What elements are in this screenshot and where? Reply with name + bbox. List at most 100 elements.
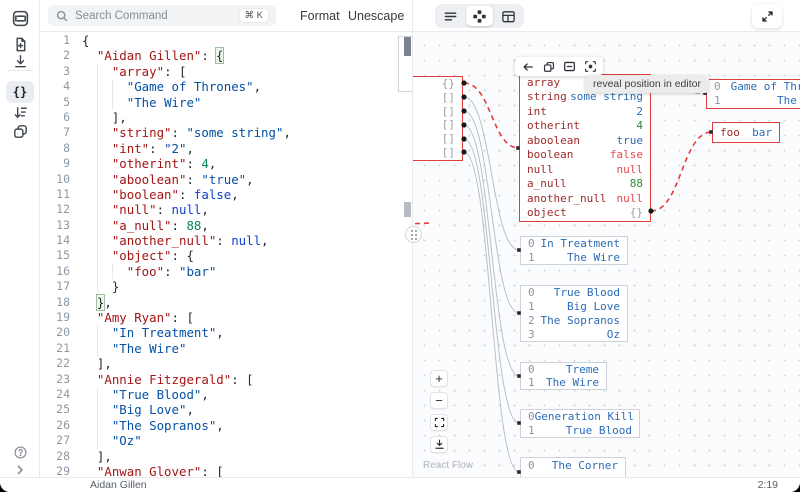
- node-row: rd[]: [413, 132, 462, 146]
- editor-line[interactable]: 1{: [40, 33, 412, 48]
- editor-line[interactable]: 6 ],: [40, 110, 412, 125]
- node-row: foobar: [713, 123, 779, 141]
- editor-line[interactable]: 11 "boolean": false,: [40, 187, 412, 202]
- editor-line[interactable]: 22 ],: [40, 356, 412, 371]
- editor-line[interactable]: 26 "The Sopranos",: [40, 418, 412, 433]
- editor-line[interactable]: 19 "Amy Ryan": [: [40, 310, 412, 325]
- line-number: 13: [40, 218, 70, 233]
- node-row: a_null88: [520, 177, 650, 192]
- node-row: 2The Sopranos: [521, 314, 627, 328]
- editor-line[interactable]: 4 "Game of Thrones",: [40, 79, 412, 94]
- zoom-out-button[interactable]: −: [430, 392, 448, 409]
- zoom-controls: + −: [430, 370, 448, 453]
- node-row: []: [413, 118, 462, 132]
- editor-line[interactable]: 14 "another_null": null,: [40, 233, 412, 248]
- graph-canvas[interactable]: {}[][][]rd[][] array[]stringsome stringin…: [413, 32, 800, 477]
- editor-line[interactable]: 24 "True Blood",: [40, 387, 412, 402]
- line-number: 3: [40, 64, 70, 79]
- node-row: []: [413, 91, 462, 105]
- line-number: 10: [40, 172, 70, 187]
- grip-dots-icon: [410, 229, 417, 240]
- editor-lines: 1{2 "Aidan Gillen": {3 "array": [4 "Game…: [40, 33, 412, 477]
- editor-line[interactable]: 28 ],: [40, 449, 412, 464]
- header-bar: Search Command ⌘ K Format Unescape: [40, 0, 800, 32]
- line-number: 9: [40, 156, 70, 171]
- zoom-in-button[interactable]: +: [430, 370, 448, 387]
- editor-line[interactable]: 12 "null": null,: [40, 202, 412, 217]
- cursor-position: 2:19: [758, 479, 778, 491]
- panel-resize-handle[interactable]: [405, 226, 422, 243]
- editor-line[interactable]: 15 "object": {: [40, 248, 412, 263]
- editor-line[interactable]: 16 "foo": "bar": [40, 264, 412, 279]
- node-row: []: [413, 104, 462, 118]
- fit-view-button[interactable]: [430, 414, 448, 431]
- line-number: 6: [40, 110, 70, 125]
- table-view-icon[interactable]: [495, 6, 522, 26]
- app-logo[interactable]: [0, 6, 40, 30]
- editor-line[interactable]: 8 "int": "2",: [40, 141, 412, 156]
- line-number: 7: [40, 125, 70, 140]
- node-row: abooleantrue: [520, 133, 650, 148]
- editor-line[interactable]: 5 "The Wire": [40, 95, 412, 110]
- editor-line[interactable]: 21 "The Wire": [40, 341, 412, 356]
- node-row: another_nullnull: [520, 191, 650, 206]
- editor-line[interactable]: 2 "Aidan Gillen": {: [40, 48, 412, 63]
- line-number: 15: [40, 248, 70, 263]
- node-row: booleanfalse: [520, 148, 650, 163]
- scrollbar-decoration: [404, 202, 411, 217]
- unescape-button[interactable]: Unescape: [348, 0, 404, 32]
- editor-line[interactable]: 9 "otherint": 4,: [40, 156, 412, 171]
- editor-line[interactable]: 10 "aboolean": "true",: [40, 172, 412, 187]
- object-child-node[interactable]: foobar: [712, 122, 780, 143]
- node-row: 0Treme: [521, 363, 606, 376]
- node-row: 0True Blood: [521, 286, 627, 300]
- editor-line[interactable]: 17 }: [40, 279, 412, 294]
- list-view-icon[interactable]: [437, 6, 464, 26]
- search-placeholder: Search Command: [75, 10, 240, 22]
- array-node[interactable]: 0Generation Kill1True Blood: [520, 409, 640, 438]
- editor-line[interactable]: 20 "In Treatment",: [40, 325, 412, 340]
- editor-line[interactable]: 23 "Annie Fitzgerald": [: [40, 372, 412, 387]
- editor-line[interactable]: 27 "Oz": [40, 433, 412, 448]
- array-node[interactable]: 0In Treatment1The Wire: [520, 236, 628, 265]
- line-number: 22: [40, 356, 70, 371]
- collapse-node-icon[interactable]: [560, 59, 579, 74]
- editor-line[interactable]: 29 "Anwan Glover": [: [40, 464, 412, 477]
- selected-node-path: Aidan Gillen: [90, 479, 147, 491]
- editor-line[interactable]: 25 "Big Love",: [40, 402, 412, 417]
- react-flow-attribution[interactable]: React Flow: [423, 460, 473, 471]
- root-node[interactable]: {}[][][]rd[][]: [413, 76, 463, 161]
- array-node[interactable]: 0Game of Thrones1The Wire: [706, 79, 800, 109]
- editor-line[interactable]: 3 "array": [: [40, 64, 412, 79]
- editor-line[interactable]: 7 "string": "some string",: [40, 125, 412, 140]
- node-row: int2: [520, 104, 650, 119]
- editor-line[interactable]: 18 },: [40, 295, 412, 310]
- status-bar: Aidan Gillen 2:19: [0, 477, 800, 492]
- line-number: 20: [40, 325, 70, 340]
- node-row: 1True Blood: [521, 424, 639, 438]
- line-number: 16: [40, 264, 70, 279]
- focus-node-icon[interactable]: [581, 59, 600, 74]
- array-node[interactable]: 0Treme1The Wire: [520, 362, 607, 390]
- line-number: 26: [40, 418, 70, 433]
- copy-icon[interactable]: [539, 59, 558, 74]
- selected-object-node[interactable]: array[]stringsome stringint2otherint4abo…: [519, 74, 651, 222]
- line-number: 12: [40, 202, 70, 217]
- line-number: 24: [40, 387, 70, 402]
- search-input[interactable]: Search Command ⌘ K: [48, 5, 276, 26]
- array-node[interactable]: 0The Corner: [520, 457, 626, 477]
- line-number: 23: [40, 372, 70, 387]
- duplicate-nodes-icon[interactable]: [0, 119, 40, 143]
- graph-view-icon[interactable]: [466, 6, 493, 26]
- fullscreen-button[interactable]: [752, 4, 782, 28]
- json-editor[interactable]: 1{2 "Aidan Gillen": {3 "array": [4 "Game…: [40, 32, 412, 477]
- line-number: 19: [40, 310, 70, 325]
- node-row: 0Game of Thrones: [707, 80, 800, 94]
- view-toggle: [435, 4, 524, 28]
- tooltip: reveal position in editor: [585, 75, 709, 93]
- back-arrow-icon[interactable]: [518, 59, 537, 74]
- download-image-button[interactable]: [430, 436, 448, 453]
- editor-line[interactable]: 13 "a_null": 88,: [40, 218, 412, 233]
- format-button[interactable]: Format: [300, 0, 340, 32]
- array-node[interactable]: 0True Blood1Big Love2The Sopranos3Oz: [520, 285, 628, 342]
